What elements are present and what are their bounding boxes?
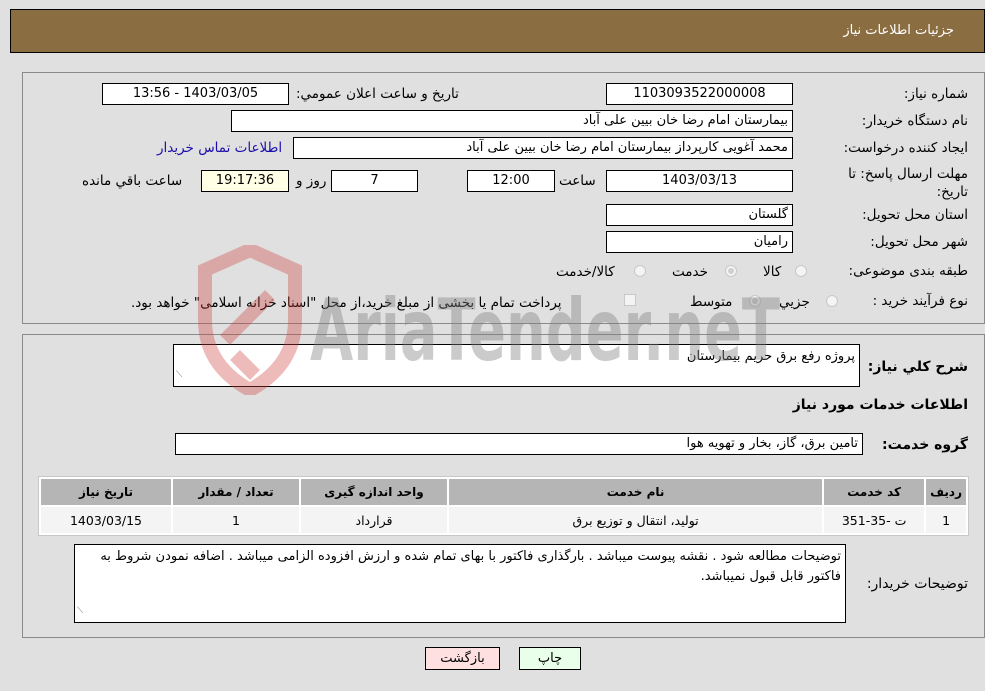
deadline-date-field: 1403/03/13 [606, 170, 793, 192]
purchase-option-medium: متوسط [690, 294, 733, 310]
need-number-label: شماره نیاز: [903, 86, 968, 102]
announce-label: تاریخ و ساعت اعلان عمومي: [296, 86, 459, 102]
province-field: گلستان [606, 204, 793, 226]
resize-grip-icon[interactable]: ⟋ [77, 601, 83, 621]
category-radio-goods[interactable] [795, 265, 807, 277]
purchase-radio-medium[interactable] [749, 295, 761, 307]
deadline-time-field: 12:00 [467, 170, 555, 192]
col-service-name: نام خدمت [449, 479, 823, 505]
city-label: شهر محل تحویل: [870, 234, 968, 250]
cell-row-number: 1 [926, 507, 966, 533]
back-button[interactable]: بازگشت [425, 647, 500, 670]
treasury-note: پرداخت تمام یا بخشی از مبلغ خرید،از محل … [131, 295, 562, 311]
col-need-date: تاریخ نیاز [41, 479, 171, 505]
col-row-number: ردیف [926, 479, 966, 505]
buyer-notes-textarea[interactable]: توضیحات مطالعه شود . نقشه پیوست میباشد .… [74, 544, 846, 623]
page-title: جزئیات اطلاعات نیاز [843, 23, 954, 38]
purchase-type-label: نوع فرآیند خرید : [872, 293, 968, 309]
remaining-time-label: ساعت باقي مانده [82, 173, 183, 189]
category-option-goods: کالا [763, 264, 782, 280]
purchase-radio-minor[interactable] [826, 295, 838, 307]
announce-field: 1403/03/05 - 13:56 [102, 83, 289, 105]
category-radio-service[interactable] [725, 265, 737, 277]
need-number-field: 1103093522000008 [606, 83, 793, 105]
services-heading: اطلاعات خدمات مورد نیاز [792, 397, 968, 413]
col-unit: واحد اندازه گیری [301, 479, 447, 505]
deadline-time-label: ساعت [559, 173, 596, 189]
page-header: جزئیات اطلاعات نیاز [10, 9, 985, 53]
resize-grip-icon[interactable]: ⟋ [176, 365, 182, 385]
treasury-checkbox[interactable] [624, 294, 636, 306]
deadline-label: مهلت ارسال پاسخ: تا تاریخ: [848, 166, 968, 200]
city-field: رامیان [606, 231, 793, 253]
buyer-notes-label: توضیحات خریدار: [866, 576, 968, 592]
description-text: پروژه رفع برق حریم بیمارستان [686, 349, 855, 364]
category-label: طبقه بندی موضوعی: [848, 263, 968, 279]
category-radio-goods-service[interactable] [634, 265, 646, 277]
creator-label: ایجاد کننده درخواست: [843, 140, 968, 156]
category-option-goods-service: کالا/خدمت [556, 264, 615, 280]
creator-field: محمد آغویی کارپرداز بیمارستان امام رضا خ… [293, 137, 793, 159]
table-row: 1 ت -35-351 تولید، انتقال و توزیع برق قر… [41, 507, 966, 533]
col-service-code: کد خدمت [824, 479, 925, 505]
purchase-option-minor: جزیي [779, 294, 810, 310]
cell-need-date: 1403/03/15 [41, 507, 171, 533]
buyer-org-field: بیمارستان امام رضا خان بیین علی آباد [231, 110, 793, 132]
services-table: ردیف کد خدمت نام خدمت واحد اندازه گیری ت… [38, 476, 969, 536]
days-label: روز و [296, 173, 327, 189]
cell-quantity: 1 [173, 507, 299, 533]
service-group-field: تامین برق، گاز، بخار و تهویه هوا [175, 433, 863, 455]
cell-service-name: تولید، انتقال و توزیع برق [449, 507, 823, 533]
buyer-notes-text: توضیحات مطالعه شود . نقشه پیوست میباشد .… [100, 549, 841, 584]
remaining-time-field: 19:17:36 [201, 170, 289, 192]
days-remaining-field: 7 [331, 170, 418, 192]
table-header-row: ردیف کد خدمت نام خدمت واحد اندازه گیری ت… [41, 479, 966, 505]
description-label: شرح کلي نیاز: [867, 359, 968, 375]
col-quantity: تعداد / مقدار [173, 479, 299, 505]
cell-unit: قرارداد [301, 507, 447, 533]
cell-service-code: ت -35-351 [824, 507, 925, 533]
description-textarea[interactable]: پروژه رفع برق حریم بیمارستان ⟋ [173, 344, 860, 387]
service-group-label: گروه خدمت: [882, 437, 968, 453]
province-label: استان محل تحویل: [862, 207, 968, 223]
category-option-service: خدمت [672, 264, 708, 280]
print-button[interactable]: چاپ [519, 647, 581, 670]
buyer-org-label: نام دستگاه خریدار: [861, 113, 968, 129]
buyer-contact-link[interactable]: اطلاعات تماس خریدار [157, 140, 282, 156]
